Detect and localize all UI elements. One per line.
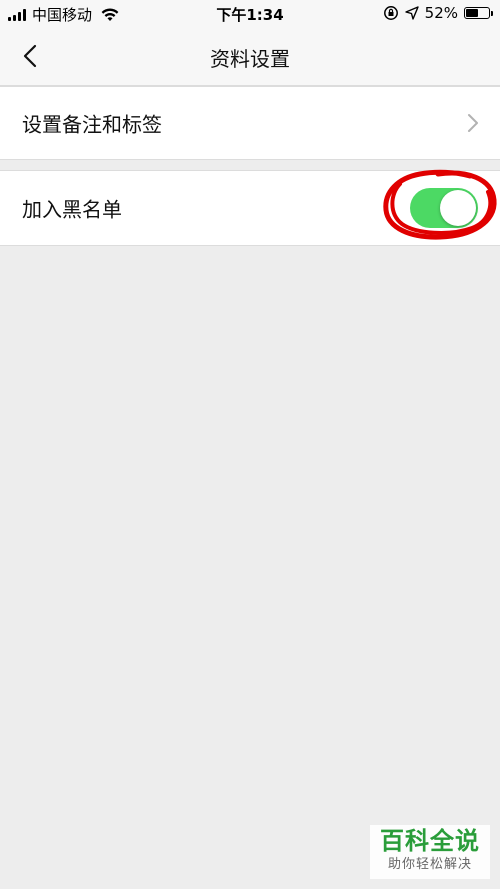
settings-row-remark-tags[interactable]: 设置备注和标签 [0,86,500,160]
chevron-right-icon [468,114,478,132]
screen: 中国移动 下午1:34 52% 资料设置 设置备注和标签 加入黑名单 百科全说 … [0,0,500,889]
remark-tags-label: 设置备注和标签 [22,112,162,137]
annotation-circle [383,169,497,240]
status-right: 52% [383,4,493,22]
blacklist-label: 加入黑名单 [22,197,122,222]
nav-bar: 资料设置 [0,28,500,86]
status-bar: 中国移动 下午1:34 52% [0,0,500,28]
battery-icon [464,7,493,19]
watermark-logo: 百科全说 助你轻松解决 [370,825,490,879]
battery-percent: 52% [424,4,458,22]
battery-fill [466,9,479,17]
watermark-sub: 助你轻松解决 [387,857,472,872]
watermark-main: 百科全说 [380,827,480,855]
location-icon [404,6,419,20]
page-title: 资料设置 [210,47,290,71]
orientation-lock-icon [383,6,398,20]
